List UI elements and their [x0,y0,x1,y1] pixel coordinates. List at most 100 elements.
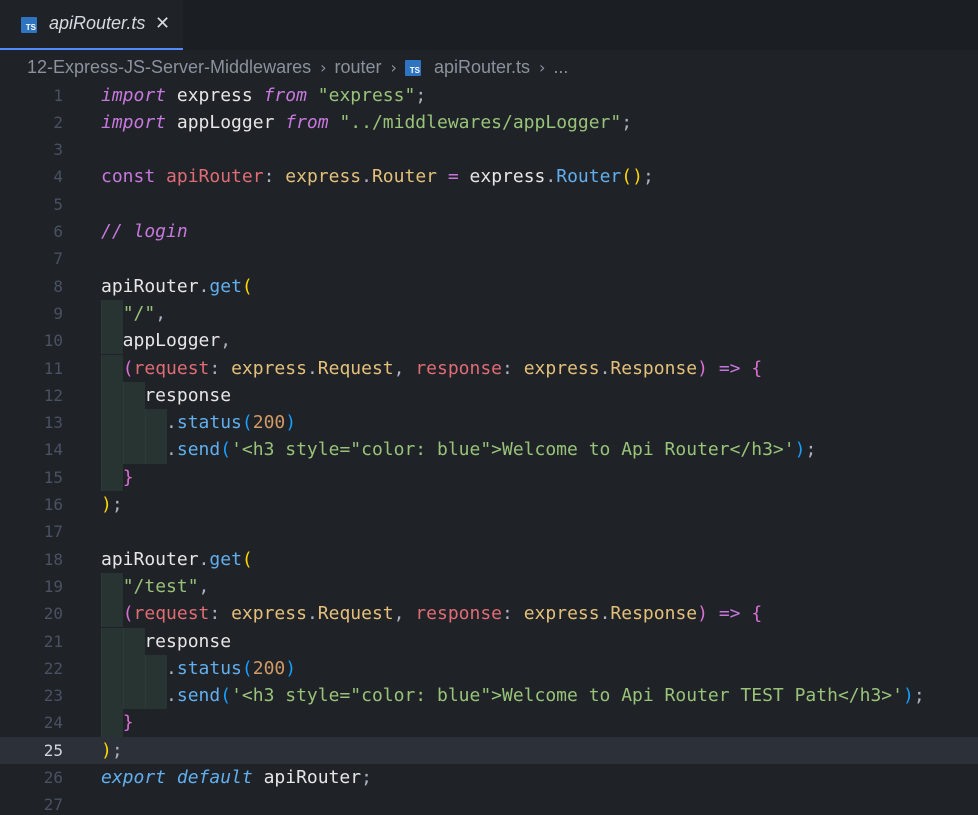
code-line[interactable]: 25); [0,736,978,764]
breadcrumb-folder-project[interactable]: 12-Express-JS-Server-Middlewares [27,57,311,78]
close-icon[interactable]: ✕ [155,13,170,34]
code-line[interactable]: 4 const apiRouter: express.Router = expre… [0,163,978,190]
code-line[interactable]: 23 .send('<h3 style="color: blue">Welcom… [0,682,978,710]
code-line[interactable]: 6 // login [0,218,978,245]
line-number: 16 [43,495,63,514]
code-token: ) [794,439,806,461]
code-token: : [263,166,275,188]
code-line[interactable]: 12 response [0,381,978,410]
code-line[interactable]: 27 [0,791,978,815]
code-token: , [198,575,210,597]
code-line[interactable]: 22 .status(200) [0,654,978,683]
code-line[interactable]: 10 appLogger, [0,327,978,355]
code-line[interactable]: 17 [0,518,978,545]
line-number: 13 [43,413,63,433]
code-line[interactable]: 24 } [0,709,978,737]
code-token: , [220,330,232,352]
code-token: Request [317,603,394,625]
code-token: const [101,166,156,188]
code-token: apiRouter [252,767,362,788]
code-token: status [176,657,242,679]
line-number: 15 [43,467,63,487]
chevron-right-icon: › [320,57,327,77]
code-token: express [166,84,264,106]
code-token: . [599,357,611,379]
breadcrumb-file[interactable]: apiRouter.ts [434,57,530,78]
code-token: () [621,166,643,188]
code-token: "../middlewares/appLogger" [339,111,622,133]
line-number: 9 [53,303,63,323]
line-number: 26 [43,768,63,787]
code-line[interactable]: 16); [0,491,978,518]
line-number: 4 [53,167,63,187]
code-token: : [502,357,513,379]
code-text: } [101,709,134,736]
code-line[interactable]: 19 "/test", [0,572,978,601]
code-token: ) [902,685,914,707]
code-token: response [415,603,503,625]
chevron-right-icon: › [390,57,397,77]
code-token: express [523,357,600,379]
code-line[interactable]: 11 (request: express.Request, response: … [0,354,978,382]
code-text: "/", [101,300,166,327]
code-text: export default apiRouter; [101,764,372,791]
code-token: = [447,166,459,188]
line-number: 8 [53,276,63,296]
code-line[interactable]: 3 [0,136,978,163]
code-line[interactable]: 26 export default apiRouter; [0,764,978,791]
tab-bar: TS apiRouter.ts ✕ [0,0,978,50]
code-line[interactable]: 9 "/", [0,299,978,328]
line-number: 5 [53,194,63,214]
code-token: Request [317,357,394,379]
code-line[interactable]: 20 (request: express.Request, response: … [0,600,978,628]
code-line[interactable]: 14 .send('<h3 style="color: blue">Welcom… [0,436,978,464]
code-token: Response [610,603,698,625]
code-token: import [101,111,167,133]
code-text: const apiRouter: express.Router = expres… [101,163,654,190]
code-line[interactable]: 13 .status(200) [0,409,978,437]
code-token: 200 [252,657,286,679]
code-token: // login [101,221,188,242]
code-line[interactable]: 15 } [0,463,978,491]
breadcrumb-folder-router[interactable]: router [335,57,382,78]
breadcrumb-more[interactable]: ... [553,57,568,78]
code-line[interactable]: 1 import express from "express"; [0,82,978,109]
typescript-file-icon: TS [404,60,421,76]
code-line[interactable]: 8 apiRouter.get( [0,273,978,300]
code-line[interactable]: 2 import appLogger from "../middlewares/a… [0,109,978,136]
code-text: .status(200) [101,655,296,682]
code-token: ( [122,603,134,625]
code-token: ) [101,494,112,515]
code-text: .send('<h3 style="color: blue">Welcome t… [101,682,925,709]
code-token: express [231,603,307,625]
code-editor[interactable]: 1 import express from "express"; 2 import a… [0,81,978,815]
code-token: ( [122,357,134,379]
code-line[interactable]: 18 apiRouter.get( [0,546,978,573]
line-number: 22 [43,658,63,678]
line-number: 21 [43,631,63,651]
code-line[interactable]: 5 [0,191,978,218]
code-token: request [133,603,210,625]
code-token: express [523,603,600,625]
code-text: apiRouter.get( [101,546,253,573]
code-token: , [393,357,405,379]
code-token: '<h3 style="color: blue">Welcome to Api … [231,439,795,461]
code-token: . [306,357,318,379]
line-number: 2 [53,112,63,132]
tab-apirouter[interactable]: TS apiRouter.ts ✕ [0,0,183,50]
code-line[interactable]: 21 response [0,627,978,655]
code-token: ) [285,657,297,679]
code-line[interactable]: 7 [0,245,978,272]
code-token: . [166,657,177,679]
